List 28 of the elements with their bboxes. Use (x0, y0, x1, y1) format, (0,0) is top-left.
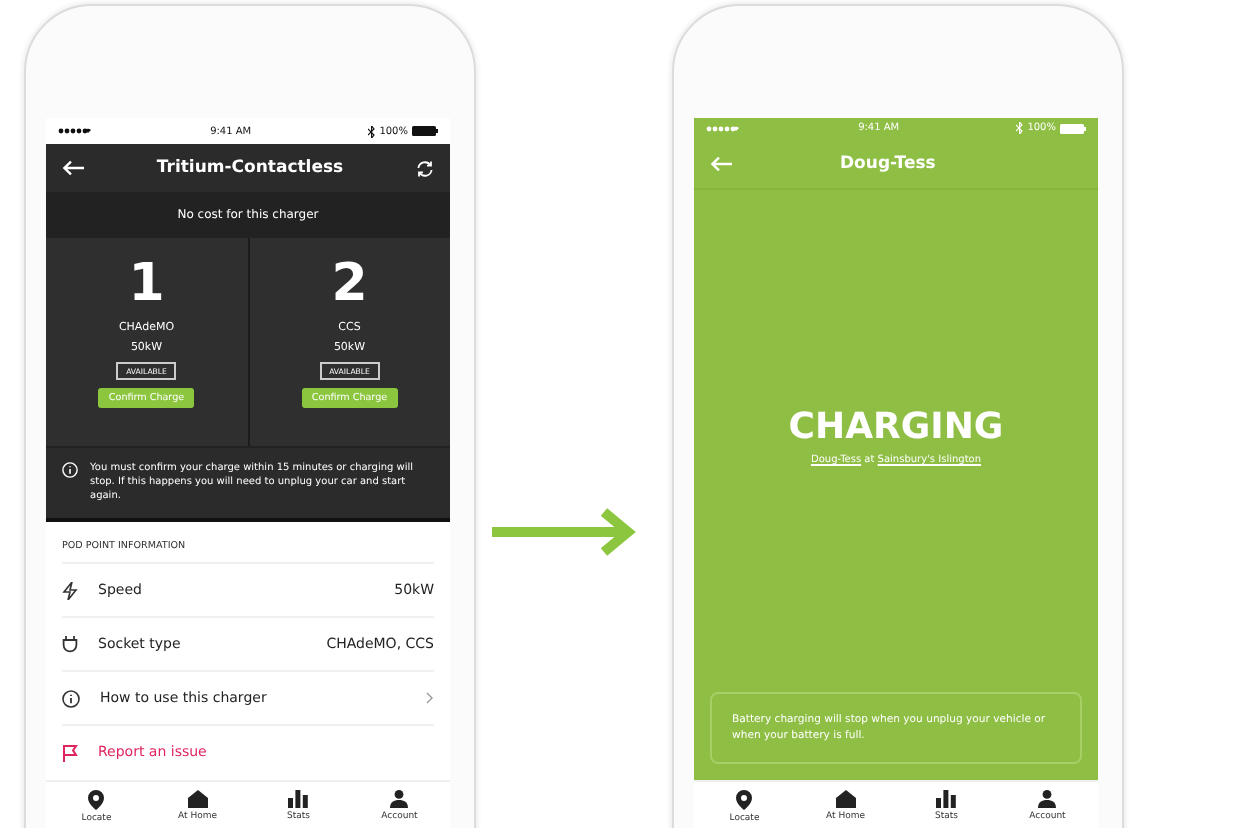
refresh-icon[interactable] (416, 159, 434, 177)
bar-chart-icon (936, 790, 957, 808)
connector-number: 2 (331, 254, 368, 314)
chevron-right-icon (426, 692, 434, 704)
person-icon (1038, 790, 1057, 808)
back-arrow-icon[interactable] (62, 160, 84, 176)
person-icon (390, 790, 409, 808)
bluetooth-icon (1015, 122, 1024, 134)
house-icon (187, 790, 208, 808)
location-pin-icon (736, 789, 753, 809)
lightning-bolt-icon (62, 581, 78, 599)
flag-icon (62, 743, 78, 761)
info-icon (62, 462, 78, 478)
screen-title: Doug-Tess (840, 153, 936, 173)
battery-icon (1059, 123, 1086, 133)
bluetooth-icon (367, 125, 376, 137)
house-icon (835, 790, 856, 808)
battery-icon (411, 126, 438, 136)
connector-number: 1 (128, 254, 165, 314)
arrow-icon (492, 508, 640, 556)
bar-chart-icon (288, 790, 309, 808)
location-pin-icon (88, 789, 105, 809)
signal-icon (706, 123, 742, 133)
info-icon (62, 689, 80, 707)
charging-status: CHARGING (788, 406, 1004, 448)
plug-icon (62, 635, 78, 653)
signal-icon (58, 126, 94, 136)
screen-title: Tritium-Contactless (156, 158, 344, 178)
